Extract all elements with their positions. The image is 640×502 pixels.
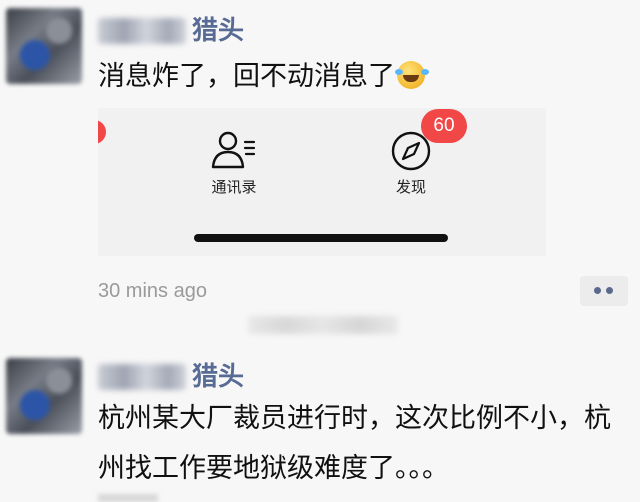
tab-contacts: 通讯录: [211, 178, 257, 196]
home-indicator: [194, 234, 448, 242]
post-text-line: 杭州某大厂裁员进行时，这次比例不小，杭: [98, 403, 611, 434]
avatar[interactable]: [6, 8, 82, 84]
avatar[interactable]: [6, 358, 82, 434]
rofl-emoji-icon: [395, 61, 425, 89]
blurred-username: [98, 364, 186, 390]
author-name[interactable]: 猎头: [192, 16, 244, 46]
more-dots-icon: [594, 287, 601, 294]
post-text: 消息炸了，回不动消息了: [98, 52, 425, 102]
attached-screenshot[interactable]: 通讯录 发现 60: [98, 108, 546, 256]
post-text-line: 州找工作要地狱级难度了。。。: [98, 453, 449, 484]
cropped-badge-icon: [98, 120, 106, 144]
notification-badge: 60: [421, 109, 467, 143]
post-text: 杭州某大厂裁员进行时，这次比例不小，杭 州找工作要地狱级难度了。。。: [98, 394, 611, 494]
blurred-watermark: [248, 316, 398, 334]
tab-discover: 发现: [395, 178, 426, 196]
post-text-content: 消息炸了，回不动消息了: [98, 61, 395, 92]
post-timestamp: 30 mins ago: [98, 280, 207, 302]
cropped-timestamp: [98, 494, 158, 502]
more-button[interactable]: [580, 276, 628, 306]
contacts-icon: [211, 131, 256, 169]
author-name[interactable]: 猎头: [192, 362, 244, 392]
blurred-username: [98, 18, 186, 44]
